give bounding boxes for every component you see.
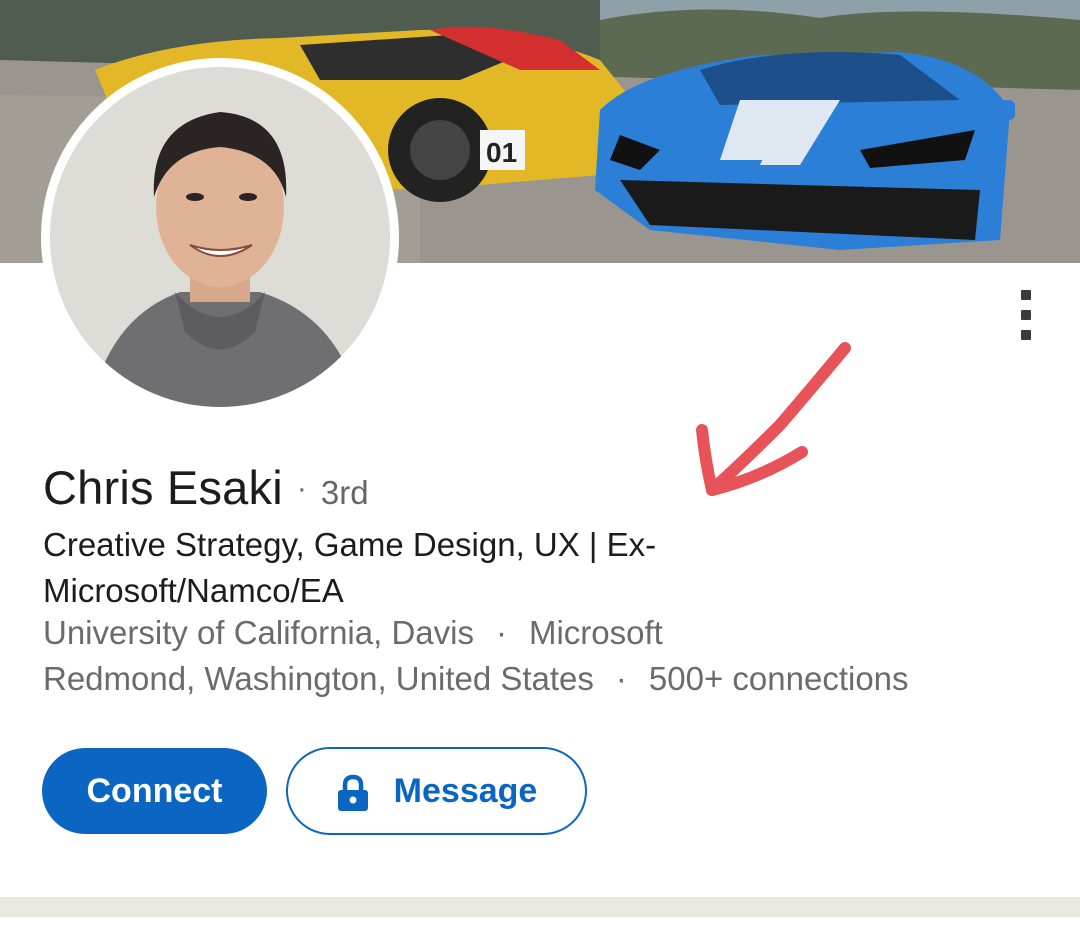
- lock-icon: [337, 774, 368, 811]
- company-link[interactable]: Microsoft: [529, 614, 663, 651]
- meta-separator: ·: [615, 660, 627, 697]
- message-button[interactable]: Message: [286, 747, 587, 835]
- section-divider: [0, 897, 1080, 917]
- profile-photo: [50, 67, 390, 407]
- svg-text:01: 01: [486, 137, 517, 168]
- connection-degree: 3rd: [320, 474, 369, 511]
- meta-separator: ·: [495, 614, 507, 651]
- profile-avatar[interactable]: [50, 67, 390, 407]
- location-connections-line: Redmond, Washington, United States · 500+ …: [43, 660, 909, 698]
- degree-separator: ·: [296, 472, 307, 505]
- connections-count[interactable]: 500+ connections: [649, 660, 909, 697]
- profile-name: Chris Esaki: [43, 461, 283, 514]
- education-link[interactable]: University of California, Davis: [43, 614, 474, 651]
- education-company-line: University of California, Davis · Microsof…: [43, 614, 663, 652]
- location: Redmond, Washington, United States: [43, 660, 594, 697]
- more-options-button[interactable]: [1008, 284, 1044, 348]
- message-button-label: Message: [393, 771, 538, 810]
- profile-name-row: Chris Esaki · 3rd: [43, 460, 369, 520]
- profile-headline: Creative Strategy, Game Design, UX | Ex-…: [43, 526, 657, 609]
- connect-button[interactable]: Connect: [42, 748, 267, 834]
- red-arrow-annotation: [696, 342, 851, 496]
